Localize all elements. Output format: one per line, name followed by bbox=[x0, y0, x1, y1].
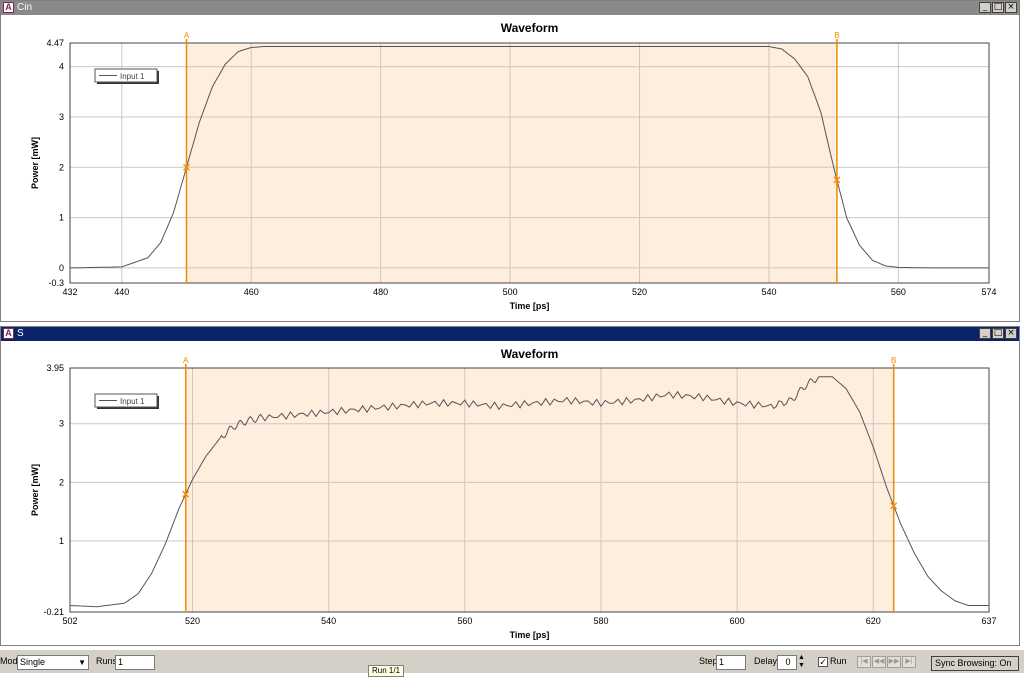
app-icon: A bbox=[3, 2, 14, 13]
minimize-button[interactable]: _ bbox=[979, 328, 991, 339]
y-tick-label: 1 bbox=[59, 213, 64, 223]
y-tick-label: -0.3 bbox=[48, 278, 64, 288]
x-tick-label: 560 bbox=[457, 616, 472, 626]
x-tick-label: 520 bbox=[185, 616, 200, 626]
mode-value: Single bbox=[20, 657, 46, 667]
delay-label: Delay bbox=[754, 656, 778, 666]
step-input[interactable]: 1 bbox=[716, 655, 746, 670]
cursor-region bbox=[185, 368, 894, 612]
y-tick-label: 3 bbox=[59, 112, 64, 122]
y-axis-label: Power [mW] bbox=[30, 137, 40, 189]
cursor-b-label: B bbox=[891, 356, 896, 365]
window-titlebar[interactable]: A Cin _ □ × bbox=[1, 1, 1019, 15]
cursor-b-label: B bbox=[834, 31, 839, 40]
y-tick-label: 3.95 bbox=[46, 363, 64, 373]
chevron-down-icon: ▼ bbox=[78, 658, 86, 667]
x-tick-label: 620 bbox=[866, 616, 881, 626]
step-label: Step bbox=[699, 656, 718, 666]
x-tick-label: 580 bbox=[593, 616, 608, 626]
spinner-icon[interactable]: ▲ ▼ bbox=[798, 654, 805, 670]
legend-label: Input 1 bbox=[120, 397, 145, 406]
x-tick-label: 480 bbox=[373, 287, 388, 297]
x-tick-label: 460 bbox=[244, 287, 259, 297]
window-title: Cin bbox=[17, 2, 33, 13]
close-button[interactable]: × bbox=[1005, 2, 1017, 13]
x-axis-label: Time [ps] bbox=[510, 630, 550, 640]
last-icon[interactable]: ▶| bbox=[902, 656, 916, 668]
x-tick-label: 560 bbox=[891, 287, 906, 297]
y-axis-label: Power [mW] bbox=[30, 464, 40, 516]
sync-browsing-status[interactable]: Sync Browsing: On bbox=[931, 656, 1019, 671]
x-tick-label: 502 bbox=[62, 616, 77, 626]
waveform-window-cin[interactable]: A Cin _ □ × Waveform 432 440 460 480 500 520 54… bbox=[0, 0, 1020, 322]
maximize-button[interactable]: □ bbox=[992, 328, 1004, 339]
waveform-window-s[interactable]: A S _ □ × Waveform 502 520 540 560 580 600 620 6… bbox=[0, 326, 1020, 646]
x-tick-label: 500 bbox=[503, 287, 518, 297]
waveform-chart[interactable]: Waveform432 440 460 480 500 520 540 560 5744.474… bbox=[1, 15, 1019, 321]
x-tick-label: 600 bbox=[730, 616, 745, 626]
minimize-button[interactable]: _ bbox=[979, 2, 991, 13]
control-toolbar: Mode Single ▼ Runs 1 Step 1 Delay 0 ▲ ▼ ✓… bbox=[0, 649, 1024, 673]
first-icon[interactable]: |◀ bbox=[857, 656, 871, 668]
y-tick-label: 4 bbox=[59, 62, 64, 72]
x-tick-label: 540 bbox=[761, 287, 776, 297]
window-titlebar[interactable]: A S _ □ × bbox=[1, 327, 1019, 341]
delay-input[interactable]: 0 bbox=[777, 655, 797, 670]
rewind-icon[interactable]: ◀◀ bbox=[872, 656, 886, 668]
cursor-a-label: A bbox=[183, 356, 189, 365]
run-checkbox[interactable]: ✓ bbox=[818, 657, 828, 667]
x-tick-label: 637 bbox=[981, 616, 996, 626]
chart-title: Waveform bbox=[501, 21, 559, 35]
x-tick-label: 440 bbox=[114, 287, 129, 297]
x-tick-label: 574 bbox=[981, 287, 996, 297]
waveform-chart[interactable]: Waveform 502 520 540 560 580 600 620 637 3.95 3 2 1 -… bbox=[1, 341, 1019, 645]
y-tick-label: 1 bbox=[59, 536, 64, 546]
chart-title: Waveform bbox=[501, 347, 559, 361]
mode-select[interactable]: Single ▼ bbox=[17, 655, 89, 670]
window-title: S bbox=[17, 328, 24, 339]
cursor-region bbox=[186, 43, 837, 283]
x-tick-label: 540 bbox=[321, 616, 336, 626]
x-axis-label: Time [ps] bbox=[510, 301, 550, 311]
run-progress-tooltip: Run 1/1 bbox=[368, 665, 405, 677]
y-tick-label: 0 bbox=[59, 263, 64, 273]
x-tick-label: 432 bbox=[62, 287, 77, 297]
app-icon: A bbox=[3, 328, 14, 339]
close-button[interactable]: × bbox=[1005, 328, 1017, 339]
runs-input[interactable]: 1 bbox=[115, 655, 155, 670]
legend-label: Input 1 bbox=[120, 72, 145, 81]
run-label: Run bbox=[830, 656, 847, 666]
y-tick-label: 2 bbox=[59, 477, 64, 487]
runs-label: Runs bbox=[96, 656, 118, 666]
cursor-a-label: A bbox=[184, 31, 190, 40]
y-tick-label: 3 bbox=[59, 419, 64, 429]
y-tick-label: 4.47 bbox=[46, 38, 64, 48]
y-tick-label: -0.21 bbox=[43, 607, 64, 617]
y-tick-label: 2 bbox=[59, 162, 64, 172]
x-tick-label: 520 bbox=[632, 287, 647, 297]
forward-icon[interactable]: ▶▶ bbox=[887, 656, 901, 668]
maximize-button[interactable]: □ bbox=[992, 2, 1004, 13]
